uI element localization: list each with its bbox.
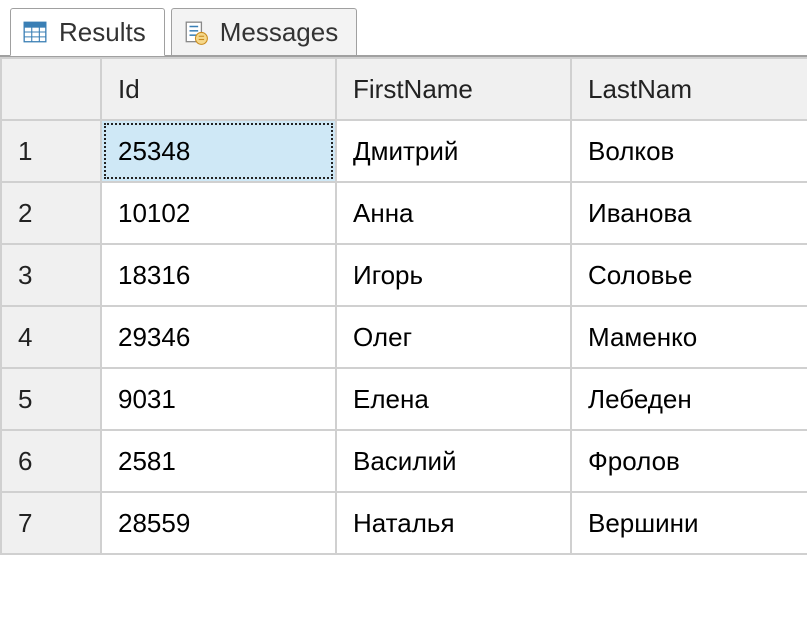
cell-lastname[interactable]: Маменко: [571, 306, 807, 368]
row-number[interactable]: 3: [1, 244, 101, 306]
cell-id[interactable]: 28559: [101, 492, 336, 554]
cell-firstname[interactable]: Елена: [336, 368, 571, 430]
cell-firstname[interactable]: Василий: [336, 430, 571, 492]
table-row[interactable]: 7 28559 Наталья Вершини: [1, 492, 807, 554]
row-number[interactable]: 1: [1, 120, 101, 182]
cell-id[interactable]: 18316: [101, 244, 336, 306]
tab-messages-label: Messages: [220, 17, 339, 48]
table-row[interactable]: 1 25348 Дмитрий Волков: [1, 120, 807, 182]
table-header-row: Id FirstName LastNam: [1, 58, 807, 120]
column-header-firstname[interactable]: FirstName: [336, 58, 571, 120]
cell-id[interactable]: 29346: [101, 306, 336, 368]
row-number[interactable]: 6: [1, 430, 101, 492]
tab-messages[interactable]: Messages: [171, 8, 358, 56]
tab-results[interactable]: Results: [10, 8, 165, 56]
messages-icon: [182, 19, 210, 47]
cell-id[interactable]: 25348: [101, 120, 336, 182]
row-number[interactable]: 7: [1, 492, 101, 554]
results-grid: Id FirstName LastNam 1 25348 Дмитрий Вол…: [0, 55, 807, 555]
tab-results-label: Results: [59, 17, 146, 48]
cell-lastname[interactable]: Вершини: [571, 492, 807, 554]
cell-lastname[interactable]: Лебеден: [571, 368, 807, 430]
row-number[interactable]: 5: [1, 368, 101, 430]
results-table: Id FirstName LastNam 1 25348 Дмитрий Вол…: [0, 57, 807, 555]
table-row[interactable]: 3 18316 Игорь Соловье: [1, 244, 807, 306]
cell-lastname[interactable]: Волков: [571, 120, 807, 182]
results-grid-icon: [21, 18, 49, 46]
table-row[interactable]: 4 29346 Олег Маменко: [1, 306, 807, 368]
result-tabs: Results Messages: [0, 0, 807, 56]
column-header-lastname[interactable]: LastNam: [571, 58, 807, 120]
table-row[interactable]: 2 10102 Анна Иванова: [1, 182, 807, 244]
cell-lastname[interactable]: Фролов: [571, 430, 807, 492]
row-number[interactable]: 4: [1, 306, 101, 368]
cell-id[interactable]: 10102: [101, 182, 336, 244]
column-header-id[interactable]: Id: [101, 58, 336, 120]
cell-firstname[interactable]: Наталья: [336, 492, 571, 554]
column-header-rownum[interactable]: [1, 58, 101, 120]
cell-firstname[interactable]: Олег: [336, 306, 571, 368]
cell-firstname[interactable]: Дмитрий: [336, 120, 571, 182]
table-row[interactable]: 6 2581 Василий Фролов: [1, 430, 807, 492]
cell-firstname[interactable]: Игорь: [336, 244, 571, 306]
cell-id[interactable]: 9031: [101, 368, 336, 430]
cell-lastname[interactable]: Соловье: [571, 244, 807, 306]
row-number[interactable]: 2: [1, 182, 101, 244]
cell-firstname[interactable]: Анна: [336, 182, 571, 244]
cell-lastname[interactable]: Иванова: [571, 182, 807, 244]
table-row[interactable]: 5 9031 Елена Лебеден: [1, 368, 807, 430]
cell-id[interactable]: 2581: [101, 430, 336, 492]
